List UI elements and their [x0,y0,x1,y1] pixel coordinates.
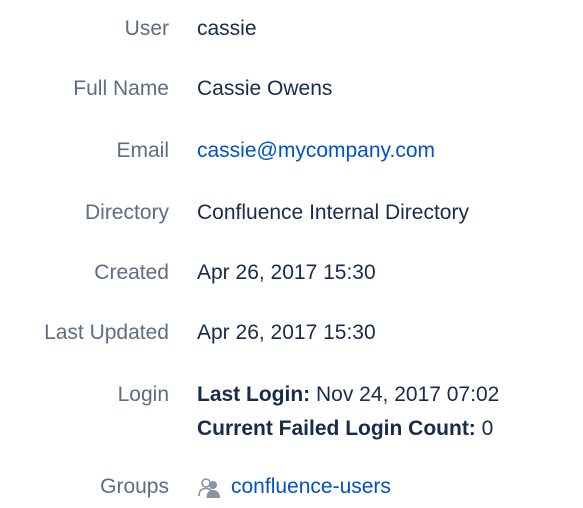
group-icon [197,477,223,499]
last-login-value: Nov 24, 2017 07:02 [316,383,500,406]
email-row: Email cassie@mycompany.com [0,136,583,166]
email-value-wrap: cassie@mycompany.com [197,136,435,166]
login-value: Last Login: Nov 24, 2017 07:02 Current F… [197,380,499,444]
group-link[interactable]: confluence-users [231,472,391,502]
failed-login-count-value: 0 [481,417,494,440]
groups-label: Groups [100,475,169,498]
created-row: Created Apr 26, 2017 15:30 [0,258,583,288]
directory-value: Confluence Internal Directory [197,201,469,224]
email-link[interactable]: cassie@mycompany.com [197,139,435,162]
failed-login-count-label: Current Failed Login Count: [197,417,476,440]
last-login-line: Last Login: Nov 24, 2017 07:02 [197,380,499,410]
last-updated-value: Apr 26, 2017 15:30 [197,321,376,344]
user-row: User cassie [0,14,583,44]
directory-row: Directory Confluence Internal Directory [0,198,583,228]
last-login-label: Last Login: [197,383,311,406]
user-label: User [124,17,169,40]
last-updated-row: Last Updated Apr 26, 2017 15:30 [0,318,583,348]
full-name-row: Full Name Cassie Owens [0,74,583,104]
groups-row: Groups confluence-users [0,472,583,502]
created-label: Created [94,261,169,284]
login-row: Login Last Login: Nov 24, 2017 07:02 Cur… [0,380,583,446]
full-name-value: Cassie Owens [197,77,333,100]
directory-label: Directory [84,201,169,224]
user-value: cassie [197,17,257,40]
group-item: confluence-users [197,472,391,502]
login-label: Login [117,383,169,406]
full-name-label: Full Name [73,77,169,100]
last-updated-label: Last Updated [44,321,169,344]
failed-login-line: Current Failed Login Count: 0 [197,414,499,444]
created-value: Apr 26, 2017 15:30 [197,261,376,284]
email-label: Email [116,139,169,162]
